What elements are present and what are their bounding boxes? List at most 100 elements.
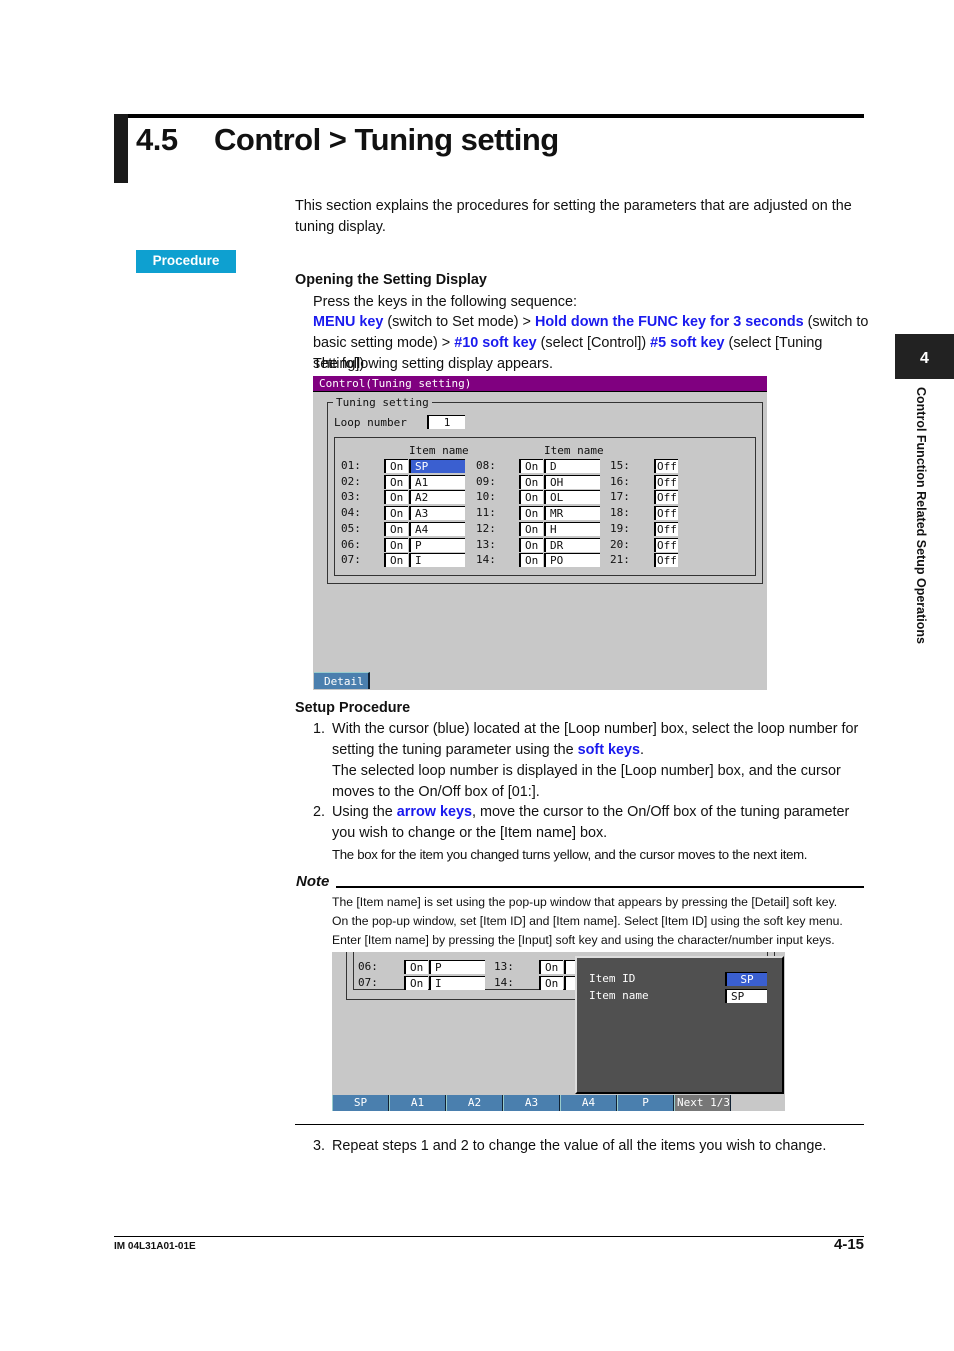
item-name-box[interactable]: D — [544, 459, 600, 473]
key-term: #5 soft key — [650, 335, 725, 351]
item-on-off-box[interactable]: On — [384, 537, 408, 552]
item-on-off-box[interactable]: On — [404, 976, 428, 990]
soft-key-a3[interactable]: A3 — [503, 1095, 560, 1111]
setup-heading: Setup Procedure — [295, 700, 411, 716]
item-on-off-box[interactable]: On — [384, 506, 408, 521]
procedure-badge: Procedure — [136, 250, 236, 273]
item-on-off-box[interactable]: Off — [654, 553, 678, 568]
item-name-box[interactable]: P — [429, 960, 485, 974]
item-on-off-box[interactable]: On — [519, 553, 543, 568]
item-number: 15: — [610, 459, 630, 472]
note-end-rule — [295, 1124, 864, 1125]
item-number: 13: — [494, 960, 514, 973]
step1-text: With the cursor (blue) located at the [L… — [332, 719, 867, 761]
item-on-off-box[interactable]: On — [519, 490, 543, 505]
item-on-off-box[interactable]: On — [539, 960, 563, 974]
key-term: #10 soft key — [454, 335, 537, 351]
item-on-off-box[interactable]: Off — [654, 459, 678, 473]
item-name-field[interactable]: SP — [725, 989, 767, 1003]
step2-text-a: Using the — [332, 804, 397, 820]
sequence-text: (switch to Set mode) > — [383, 314, 535, 330]
item-on-off-box[interactable]: On — [519, 474, 543, 489]
sequence-text: (select [Control]) — [536, 335, 651, 351]
item-name-box[interactable]: P — [409, 537, 465, 552]
item-number: 14: — [476, 553, 496, 567]
item-on-off-box[interactable]: On — [384, 553, 408, 568]
section-title: 4.5 Control > Tuning setting — [136, 122, 559, 158]
item-on-off-box[interactable]: Off — [654, 490, 678, 505]
step1-text-b: . — [640, 742, 644, 758]
item-on-off-box[interactable]: Off — [654, 474, 678, 489]
item-number: 04: — [341, 506, 361, 520]
item-number: 07: — [358, 976, 378, 989]
item-on-off-box[interactable]: On — [519, 521, 543, 536]
item-name-box[interactable]: I — [429, 976, 485, 990]
note-line: The [Item name] is set using the pop-up … — [332, 895, 838, 909]
item-name-box[interactable]: A3 — [409, 506, 465, 521]
item-on-off-box[interactable]: Off — [654, 506, 678, 521]
item-number: 10: — [476, 490, 496, 504]
item-on-off-box[interactable]: On — [384, 474, 408, 489]
note-title: Note — [296, 873, 330, 890]
item-name-box[interactable]: MR — [544, 506, 600, 521]
item-id-field[interactable]: SP — [725, 972, 767, 986]
item-on-off-box[interactable]: Off — [654, 537, 678, 552]
item-name-header-1: Item name — [409, 444, 469, 457]
item-number: 21: — [610, 553, 630, 567]
item-on-off-box[interactable]: On — [384, 521, 408, 536]
doc-id: IM 04L31A01-01E — [114, 1241, 196, 1252]
step2-result: The box for the item you changed turns y… — [332, 847, 808, 862]
note-text: The [Item name] is set using the pop-up … — [332, 893, 843, 950]
note-line: On the pop-up window, set [Item ID] and … — [332, 914, 843, 928]
section-marker-bar — [114, 114, 128, 183]
item-name-box[interactable]: A2 — [409, 490, 465, 505]
item-detail-popup-screen: 06: On P 13: On 07: On I 14: On Item ID Item name… — [332, 952, 785, 1111]
item-on-off-box[interactable]: On — [384, 459, 408, 473]
item-name-box[interactable]: SP — [409, 459, 465, 473]
item-number: 03: — [341, 490, 361, 504]
intro-text: This section explains the procedures for… — [295, 198, 852, 235]
item-number: 12: — [476, 521, 496, 535]
item-name-box[interactable]: H — [544, 521, 600, 536]
item-number: 01: — [341, 459, 361, 472]
opening-line1: Press the keys in the following sequence… — [313, 294, 577, 310]
item-on-off-box[interactable]: On — [384, 490, 408, 505]
group-label: Tuning setting — [333, 396, 432, 409]
item-number: 13: — [476, 537, 496, 551]
item-number: 14: — [494, 976, 514, 989]
item-id-label: Item ID — [589, 972, 636, 985]
item-name-box[interactable]: OH — [544, 474, 600, 489]
footer-rule — [114, 1236, 864, 1237]
soft-keys-term: soft keys — [577, 742, 640, 758]
page-number: 4-15 — [834, 1236, 865, 1253]
note-rule — [336, 886, 864, 888]
soft-key-p[interactable]: P — [617, 1095, 674, 1111]
soft-key-a4[interactable]: A4 — [560, 1095, 617, 1111]
item-name-box[interactable]: A4 — [409, 521, 465, 536]
item-name-box[interactable]: A1 — [409, 474, 465, 489]
step2-text: Using the arrow keys, move the cursor to… — [332, 802, 862, 844]
item-on-off-box[interactable]: Off — [654, 521, 678, 536]
next-page-soft-key[interactable]: Next 1/3 — [674, 1095, 731, 1111]
soft-key-a1[interactable]: A1 — [389, 1095, 446, 1111]
item-number: 07: — [341, 553, 361, 567]
item-on-off-box[interactable]: On — [519, 506, 543, 521]
soft-key-a2[interactable]: A2 — [446, 1095, 503, 1111]
item-name-box[interactable]: PO — [544, 553, 600, 568]
loop-number-label: Loop number — [334, 416, 407, 429]
item-number: 17: — [610, 490, 630, 504]
item-number: 09: — [476, 474, 496, 488]
detail-soft-key[interactable]: Detail — [314, 672, 370, 689]
item-on-off-box[interactable]: On — [539, 976, 563, 990]
step1-result: The selected loop number is displayed in… — [332, 763, 841, 800]
item-number: 20: — [610, 537, 630, 551]
item-on-off-box[interactable]: On — [519, 537, 543, 552]
item-name-label: Item name — [589, 989, 649, 1002]
item-name-box[interactable]: I — [409, 553, 465, 568]
item-name-box[interactable]: DR — [544, 537, 600, 552]
item-on-off-box[interactable]: On — [519, 459, 543, 473]
soft-key-sp[interactable]: SP — [332, 1095, 389, 1111]
loop-number-input[interactable]: 1 — [427, 415, 465, 429]
item-name-box[interactable]: OL — [544, 490, 600, 505]
item-on-off-box[interactable]: On — [404, 960, 428, 974]
